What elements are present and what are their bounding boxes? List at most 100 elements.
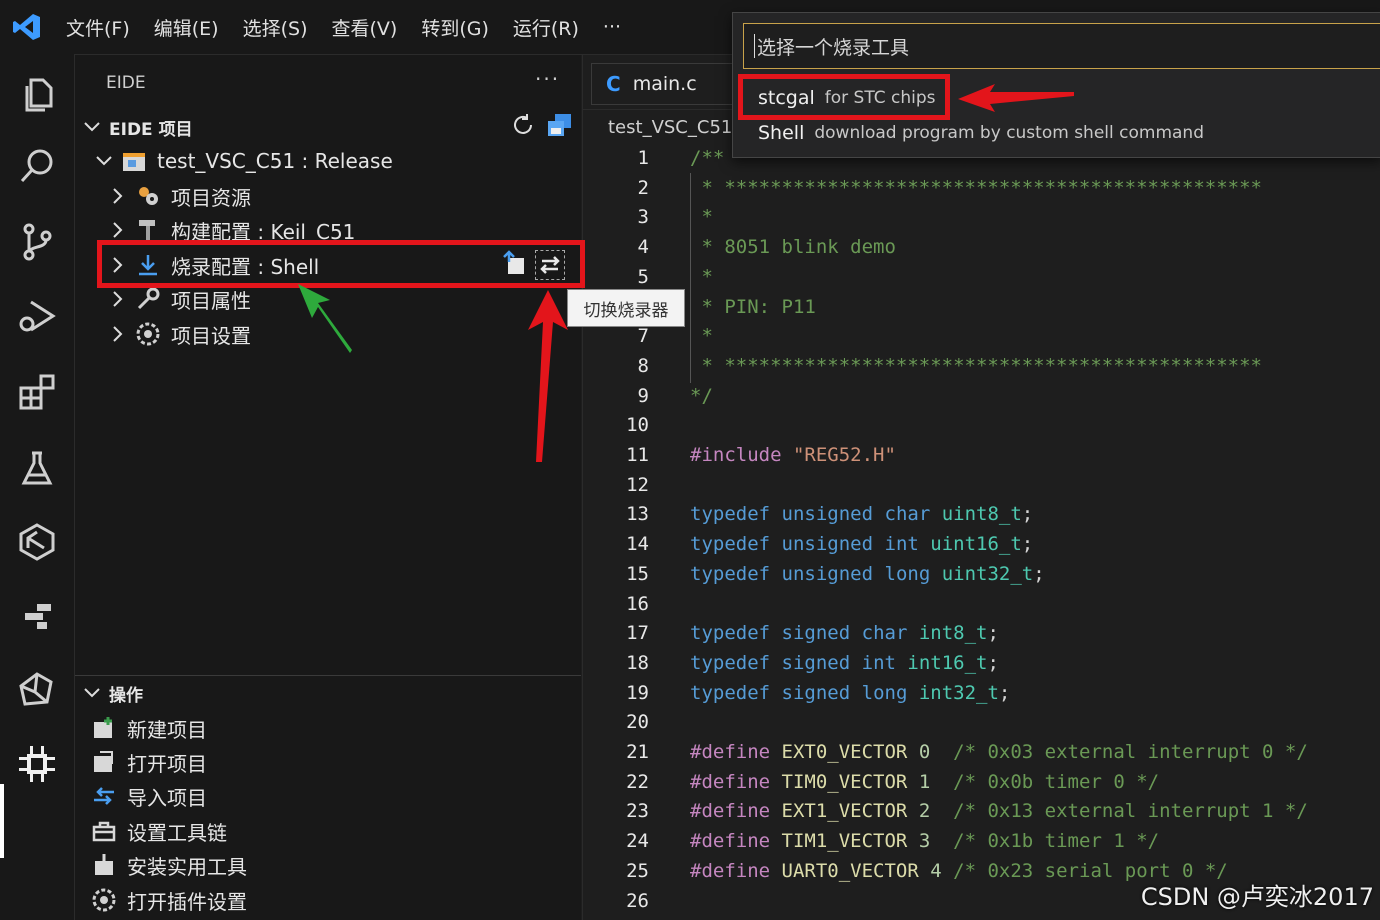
quick-pick-input[interactable]: 选择一个烧录工具	[743, 23, 1380, 69]
menu-run[interactable]: 运行(R)	[513, 14, 579, 41]
source-control-icon[interactable]	[0, 212, 74, 272]
chevron-right-icon	[109, 291, 127, 307]
code-line[interactable]: 4 * 8051 blink demo	[583, 232, 896, 262]
tree-item-settings[interactable]: 项目设置	[109, 317, 251, 351]
line-number: 22	[626, 770, 649, 793]
tab-main-c[interactable]: C main.c	[591, 63, 741, 105]
ops-section-title: 操作	[109, 685, 143, 706]
code-line[interactable]: 11 #include "REG52.H"	[583, 440, 896, 470]
vscode-logo-icon	[0, 0, 54, 54]
menu-edit[interactable]: 编辑(E)	[154, 14, 219, 41]
code-line[interactable]: 26	[583, 886, 649, 916]
new-project-icon	[91, 715, 117, 741]
line-number: 18	[626, 651, 649, 674]
menu-file[interactable]: 文件(F)	[66, 14, 130, 41]
line-number: 11	[626, 444, 649, 466]
menu-selection[interactable]: 选择(S)	[243, 14, 308, 41]
line-text: typedef unsigned long uint32_t;	[690, 562, 1045, 585]
tree-label: 项目设置	[171, 323, 251, 348]
menu-view[interactable]: 查看(V)	[332, 14, 398, 41]
code-line[interactable]: 16	[583, 589, 649, 619]
sidebar-more-button[interactable]: ···	[535, 67, 560, 91]
gear-icon	[135, 321, 161, 347]
line-text: *	[690, 206, 713, 229]
code-line[interactable]: 19 typedef signed long int32_t;	[583, 678, 1010, 708]
wrench-icon	[135, 286, 161, 312]
remote-icon[interactable]	[0, 586, 74, 646]
tab-label: main.c	[632, 73, 697, 95]
line-number: 24	[626, 830, 649, 853]
active-indicator	[0, 784, 4, 858]
line-text: *	[690, 325, 713, 348]
code-line[interactable]: 25 #define UART0_VECTOR 4 /* 0x23 serial …	[583, 856, 1228, 886]
op-set-toolchain[interactable]: 设置工具链	[91, 814, 227, 848]
code-line[interactable]: 23 #define EXT1_VECTOR 2 /* 0x13 external…	[583, 796, 1308, 826]
save-all-icon[interactable]	[547, 113, 573, 142]
highlight-box-flash-config	[97, 240, 585, 288]
code-line[interactable]: 3 *	[583, 202, 713, 232]
tree-item-resources[interactable]: 项目资源	[109, 179, 251, 213]
op-new-project[interactable]: 新建项目	[91, 711, 207, 745]
code-line[interactable]: 2 * ************************************…	[583, 173, 1262, 203]
chevron-right-icon	[109, 188, 127, 204]
search-icon[interactable]	[0, 136, 74, 196]
code-line[interactable]: 22 #define TIM0_VECTOR 1 /* 0x0b timer 0 …	[583, 767, 1159, 797]
project-node[interactable]: test_VSC_C51 : Release	[95, 144, 393, 178]
line-number: 19	[626, 681, 649, 704]
sidebar-title: EIDE	[106, 73, 146, 93]
chevron-right-icon	[109, 326, 127, 342]
line-number: 23	[626, 800, 649, 823]
op-label: 打开插件设置	[127, 889, 247, 914]
code-line[interactable]: 24 #define TIM1_VECTOR 3 /* 0x1b timer 1 …	[583, 826, 1159, 856]
quick-pick-item-shell[interactable]: Shell download program by custom shell c…	[743, 116, 1204, 150]
extensions-icon[interactable]	[0, 362, 74, 422]
breadcrumb[interactable]: test_VSC_C51	[608, 117, 732, 138]
code-line[interactable]: 21 #define EXT0_VECTOR 0 /* 0x03 external…	[583, 737, 1308, 767]
op-label: 设置工具链	[127, 820, 227, 845]
code-line[interactable]: 1 /**	[583, 143, 725, 173]
op-label: 安装实用工具	[127, 854, 247, 879]
code-line[interactable]: 15 typedef unsigned long uint32_t;	[583, 559, 1045, 589]
line-number: 21	[626, 741, 649, 763]
code-line[interactable]: 17 typedef signed char int8_t;	[583, 618, 999, 648]
op-install-utils[interactable]: 安装实用工具	[91, 848, 247, 882]
explorer-icon[interactable]	[0, 62, 74, 122]
code-line[interactable]: 10	[583, 410, 649, 440]
code-line[interactable]: 18 typedef signed int int16_t;	[583, 648, 999, 678]
code-line[interactable]: 20	[583, 707, 649, 737]
ops-section-header[interactable]: 操作	[83, 676, 573, 710]
code-line[interactable]: 14 typedef unsigned int uint16_t;	[583, 529, 1033, 559]
menu-more[interactable]: ···	[603, 16, 621, 38]
unity-icon[interactable]	[0, 660, 74, 720]
eide-chip-icon[interactable]	[0, 734, 74, 794]
watermark: CSDN @卢奕冰2017	[1140, 883, 1374, 911]
menu-go[interactable]: 转到(G)	[421, 14, 489, 41]
cube-icon[interactable]	[0, 512, 74, 572]
code-line[interactable]: 9 */	[583, 381, 713, 411]
highlight-box-stcgal	[738, 74, 950, 120]
run-debug-icon[interactable]	[0, 286, 74, 346]
line-number: 3	[637, 206, 649, 229]
line-text: * **************************************…	[690, 176, 1262, 199]
toolbox-icon	[91, 818, 117, 844]
op-import-project[interactable]: 导入项目	[91, 779, 207, 813]
line-text: /**	[690, 147, 725, 169]
code-line[interactable]: 5 *	[583, 262, 713, 292]
chevron-down-icon	[95, 156, 113, 166]
line-text: #include "REG52.H"	[690, 444, 896, 466]
code-line[interactable]: 13 typedef unsigned char uint8_t;	[583, 499, 1033, 529]
testing-icon[interactable]	[0, 438, 74, 498]
import-icon	[91, 783, 117, 809]
project-section-header[interactable]: EIDE 项目	[83, 110, 573, 144]
line-text: typedef signed long int32_t;	[690, 681, 1011, 704]
line-number: 2	[637, 176, 649, 199]
code-line[interactable]: 12	[583, 470, 649, 500]
line-number: 4	[637, 236, 649, 259]
code-line[interactable]: 8 * ************************************…	[583, 351, 1262, 381]
op-plugin-settings[interactable]: 打开插件设置	[91, 883, 247, 917]
chevron-right-icon	[109, 222, 127, 238]
line-text: * 8051 blink demo	[690, 236, 896, 259]
project-icon	[121, 148, 147, 174]
op-open-project[interactable]: 打开项目	[91, 745, 207, 779]
refresh-icon[interactable]	[511, 113, 535, 142]
